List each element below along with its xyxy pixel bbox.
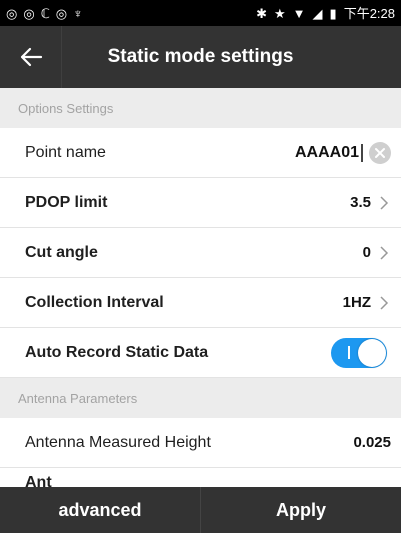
apply-button[interactable]: Apply <box>200 487 401 533</box>
section-header-antenna: Antenna Parameters <box>0 378 401 418</box>
cut-angle-row[interactable]: Cut angle 0 <box>0 228 401 278</box>
pdop-limit-value-wrap: 3.5 <box>350 194 391 212</box>
notification-icon: ◎ <box>23 5 35 21</box>
auto-record-toggle[interactable] <box>331 337 387 368</box>
pdop-limit-label: PDOP limit <box>25 193 108 211</box>
notification-icon: ♆ <box>73 5 83 21</box>
system-icons: ✱ ★ ▼ ◢ ▮ 下午2:28 <box>256 7 395 20</box>
collection-interval-value-wrap: 1HZ <box>343 294 391 312</box>
collection-interval-label: Collection Interval <box>25 293 164 311</box>
antenna-height-value[interactable]: 0.025 <box>353 434 391 451</box>
point-name-input[interactable]: AAAA01 <box>295 143 363 162</box>
section-header-options: Options Settings <box>0 88 401 128</box>
battery-icon: ▮ <box>329 5 337 21</box>
antenna-height-label: Antenna Measured Height <box>25 433 211 451</box>
bluetooth-icon: ✱ <box>256 5 267 21</box>
cut-angle-label: Cut angle <box>25 243 98 261</box>
chevron-right-icon <box>379 294 391 312</box>
advanced-button[interactable]: advanced <box>0 487 200 533</box>
signal-icon: ◢ <box>312 5 323 21</box>
star-icon: ★ <box>274 5 286 21</box>
point-name-label: Point name <box>25 143 106 161</box>
toggle-knob <box>358 338 386 367</box>
status-time: 下午2:28 <box>343 5 395 21</box>
wifi-icon: ▼ <box>292 5 306 21</box>
antenna-height-row[interactable]: Antenna Measured Height 0.025 <box>0 418 401 468</box>
status-bar: ◎ ◎ ℂ ◎ ♆ ✱ ★ ▼ ◢ ▮ 下午2:28 <box>0 0 401 26</box>
auto-record-row: Auto Record Static Data <box>0 328 401 378</box>
chevron-right-icon <box>379 244 391 262</box>
pdop-limit-value: 3.5 <box>350 194 371 211</box>
settings-list[interactable]: Options Settings Point name AAAA01 PDOP … <box>0 88 401 487</box>
chevron-right-icon <box>379 194 391 212</box>
pdop-limit-row[interactable]: PDOP limit 3.5 <box>0 178 401 228</box>
notification-icons: ◎ ◎ ℂ ◎ ♆ <box>6 7 83 20</box>
toggle-on-mark <box>348 345 350 359</box>
point-name-row[interactable]: Point name AAAA01 <box>0 128 401 178</box>
notification-icon: ◎ <box>6 5 18 21</box>
arrow-left-icon <box>20 47 42 67</box>
antenna-next-label: Ant <box>25 474 52 487</box>
close-icon <box>375 147 385 158</box>
back-button[interactable] <box>0 26 62 88</box>
collection-interval-value: 1HZ <box>342 294 371 311</box>
app-bar: Static mode settings <box>0 26 401 88</box>
auto-record-label: Auto Record Static Data <box>25 343 209 361</box>
cut-angle-value: 0 <box>362 244 371 261</box>
cut-angle-value-wrap: 0 <box>363 244 391 262</box>
bottom-bar: advanced Apply <box>0 487 401 533</box>
collection-interval-row[interactable]: Collection Interval 1HZ <box>0 278 401 328</box>
point-name-field[interactable]: AAAA01 <box>295 141 391 164</box>
notification-icon: ◎ <box>55 5 68 21</box>
clear-icon[interactable] <box>369 141 391 164</box>
notification-icon: ℂ <box>40 5 50 21</box>
page-title: Static mode settings <box>107 46 294 67</box>
